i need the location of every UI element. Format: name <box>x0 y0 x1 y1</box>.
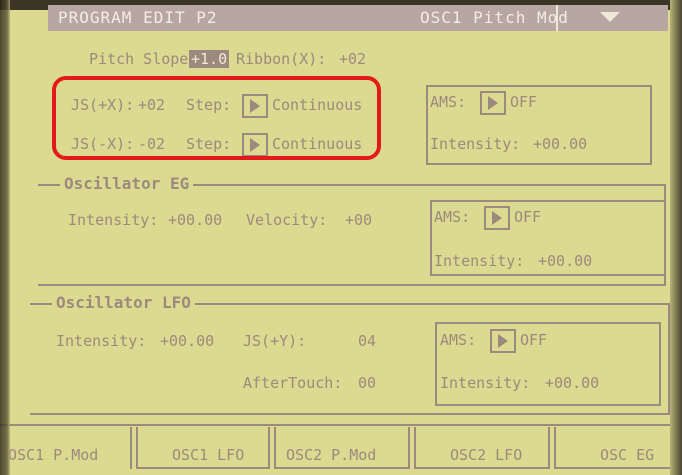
ams-label: AMS: <box>434 208 471 226</box>
tab-label: OSC1 P.Mod <box>8 446 99 464</box>
eg-intensity-value[interactable]: +00.00 <box>168 211 222 229</box>
play-arrow-icon <box>492 211 502 225</box>
title-bar: PROGRAM EDIT P2 OSC1 Pitch Mod <box>48 5 668 31</box>
ams-value[interactable]: OFF <box>510 93 537 111</box>
ribbon-value[interactable]: +02 <box>339 50 366 68</box>
tab-osc1-pmod[interactable]: OSC1 P.Mod <box>0 427 132 469</box>
bezel-right <box>670 0 682 475</box>
tab-label: OSC2 P.Mod <box>286 446 377 464</box>
intensity-value[interactable]: +00.00 <box>538 252 592 270</box>
bezel-left <box>0 0 10 475</box>
play-arrow-icon <box>488 96 498 110</box>
ams-label: AMS: <box>440 331 477 349</box>
tab-label: OSC2 LFO <box>450 446 523 464</box>
ams-button[interactable] <box>490 329 516 353</box>
lfo-intensity-label: Intensity: <box>56 332 147 350</box>
lfo-aftertouch-value[interactable]: 00 <box>358 374 376 392</box>
tab-osc2-pmod[interactable]: OSC2 P.Mod <box>274 427 410 469</box>
ams-label: AMS: <box>430 93 467 111</box>
ribbon-label: Ribbon(X): <box>236 50 327 68</box>
oscillator-lfo-title: Oscillator LFO <box>52 294 195 312</box>
intensity-label: Intensity: <box>434 252 525 270</box>
intensity-value[interactable]: +00.00 <box>545 374 599 392</box>
oscillator-eg-title: Oscillator EG <box>60 175 194 193</box>
intensity-value[interactable]: +00.00 <box>533 135 587 153</box>
eg-velocity-label: Velocity: <box>246 211 328 229</box>
pitch-slope-value[interactable]: +1.0 <box>189 50 230 68</box>
eg-velocity-value[interactable]: +00 <box>345 211 372 229</box>
ams-value[interactable]: OFF <box>520 331 547 349</box>
lfo-jsy-label: JS(+Y): <box>243 332 307 350</box>
highlight-annotation <box>52 76 381 160</box>
lfo-intensity-value[interactable]: +00.00 <box>160 332 214 350</box>
page-title: PROGRAM EDIT P2 <box>58 8 218 27</box>
tab-label: OSC EG <box>600 446 655 464</box>
intensity-label: Intensity: <box>440 374 531 392</box>
lfo-aftertouch-label: AfterTouch: <box>243 374 343 392</box>
chevron-down-icon <box>600 12 620 22</box>
ams-button[interactable] <box>484 206 510 230</box>
tab-osc2-lfo[interactable]: OSC2 LFO <box>414 427 550 469</box>
intensity-label: Intensity: <box>430 135 521 153</box>
page-subtitle: OSC1 Pitch Mod <box>420 8 569 27</box>
play-arrow-icon <box>498 334 508 348</box>
tab-osc1-lfo[interactable]: OSC1 LFO <box>136 427 270 469</box>
tab-osc-eg[interactable]: OSC EG <box>554 427 682 469</box>
pitch-slope-label: Pitch Slope: <box>89 50 198 68</box>
lcd-screen: PROGRAM EDIT P2 OSC1 Pitch Mod Pitch Slo… <box>0 0 682 475</box>
eg-intensity-label: Intensity: <box>68 211 159 229</box>
ams-button[interactable] <box>480 91 506 115</box>
tab-label: OSC1 LFO <box>172 446 245 464</box>
lfo-jsy-value[interactable]: 04 <box>358 332 376 350</box>
ams-value[interactable]: OFF <box>514 208 541 226</box>
page-menu-button[interactable] <box>556 5 668 31</box>
